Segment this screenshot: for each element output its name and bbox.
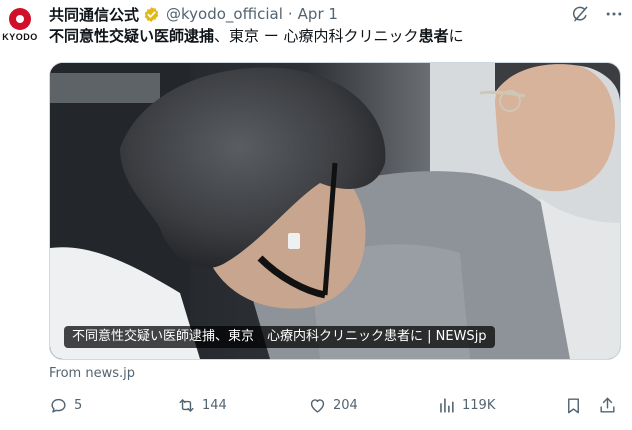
tweet[interactable]: KYODO 共同通信公式 @kyodo_official · Apr 1 不同意… xyxy=(0,0,632,430)
source-link[interactable]: From news.jp xyxy=(49,366,135,381)
action-bar: 5 144 204 119K xyxy=(49,396,619,418)
bookmark-button[interactable] xyxy=(564,396,589,415)
header-actions xyxy=(570,4,624,24)
separator: · xyxy=(287,5,293,23)
tweet-text: 不同意性交疑い医師逮捕、東京 ー 心療内科クリニック患者に xyxy=(49,26,464,46)
handle[interactable]: @kyodo_official xyxy=(166,5,283,23)
tweet-text-middle: 、東京 ー 心療内科クリニック xyxy=(214,27,419,45)
reply-button[interactable]: 5 xyxy=(49,396,82,415)
avatar[interactable]: KYODO xyxy=(0,8,40,48)
verified-badge-icon xyxy=(144,6,159,22)
kyodo-logo-icon xyxy=(9,8,31,30)
like-count: 204 xyxy=(333,398,358,413)
views-icon xyxy=(440,398,454,413)
media-caption: 不同意性交疑い医師逮捕、東京 心療内科クリニック患者に | NEWSjp xyxy=(64,326,495,348)
news-photo xyxy=(50,63,620,359)
grok-icon[interactable] xyxy=(570,4,590,24)
tweet-text-bold-1: 不同意性交疑い医師逮捕 xyxy=(49,27,215,45)
tweet-text-bold-2: 患者 xyxy=(418,27,449,45)
display-name[interactable]: 共同通信公式 xyxy=(49,4,139,25)
tweet-text-end: に xyxy=(448,27,464,45)
reply-icon xyxy=(51,398,66,413)
share-button[interactable] xyxy=(598,396,623,415)
repost-count: 144 xyxy=(202,398,227,413)
like-icon xyxy=(310,399,325,413)
views-count: 119K xyxy=(462,398,496,413)
logo-text: KYODO xyxy=(2,32,38,42)
media-card[interactable]: 不同意性交疑い医師逮捕、東京 心療内科クリニック患者に | NEWSjp xyxy=(49,62,621,360)
tweet-header: 共同通信公式 @kyodo_official · Apr 1 xyxy=(49,4,632,24)
bookmark-icon xyxy=(568,398,579,414)
reply-count: 5 xyxy=(74,398,83,413)
repost-button[interactable]: 144 xyxy=(177,396,227,415)
repost-icon xyxy=(179,399,194,412)
views-button[interactable]: 119K xyxy=(437,396,495,415)
timestamp[interactable]: Apr 1 xyxy=(298,5,338,23)
more-icon[interactable] xyxy=(604,4,624,24)
like-button[interactable]: 204 xyxy=(308,396,358,415)
share-icon xyxy=(600,397,615,413)
